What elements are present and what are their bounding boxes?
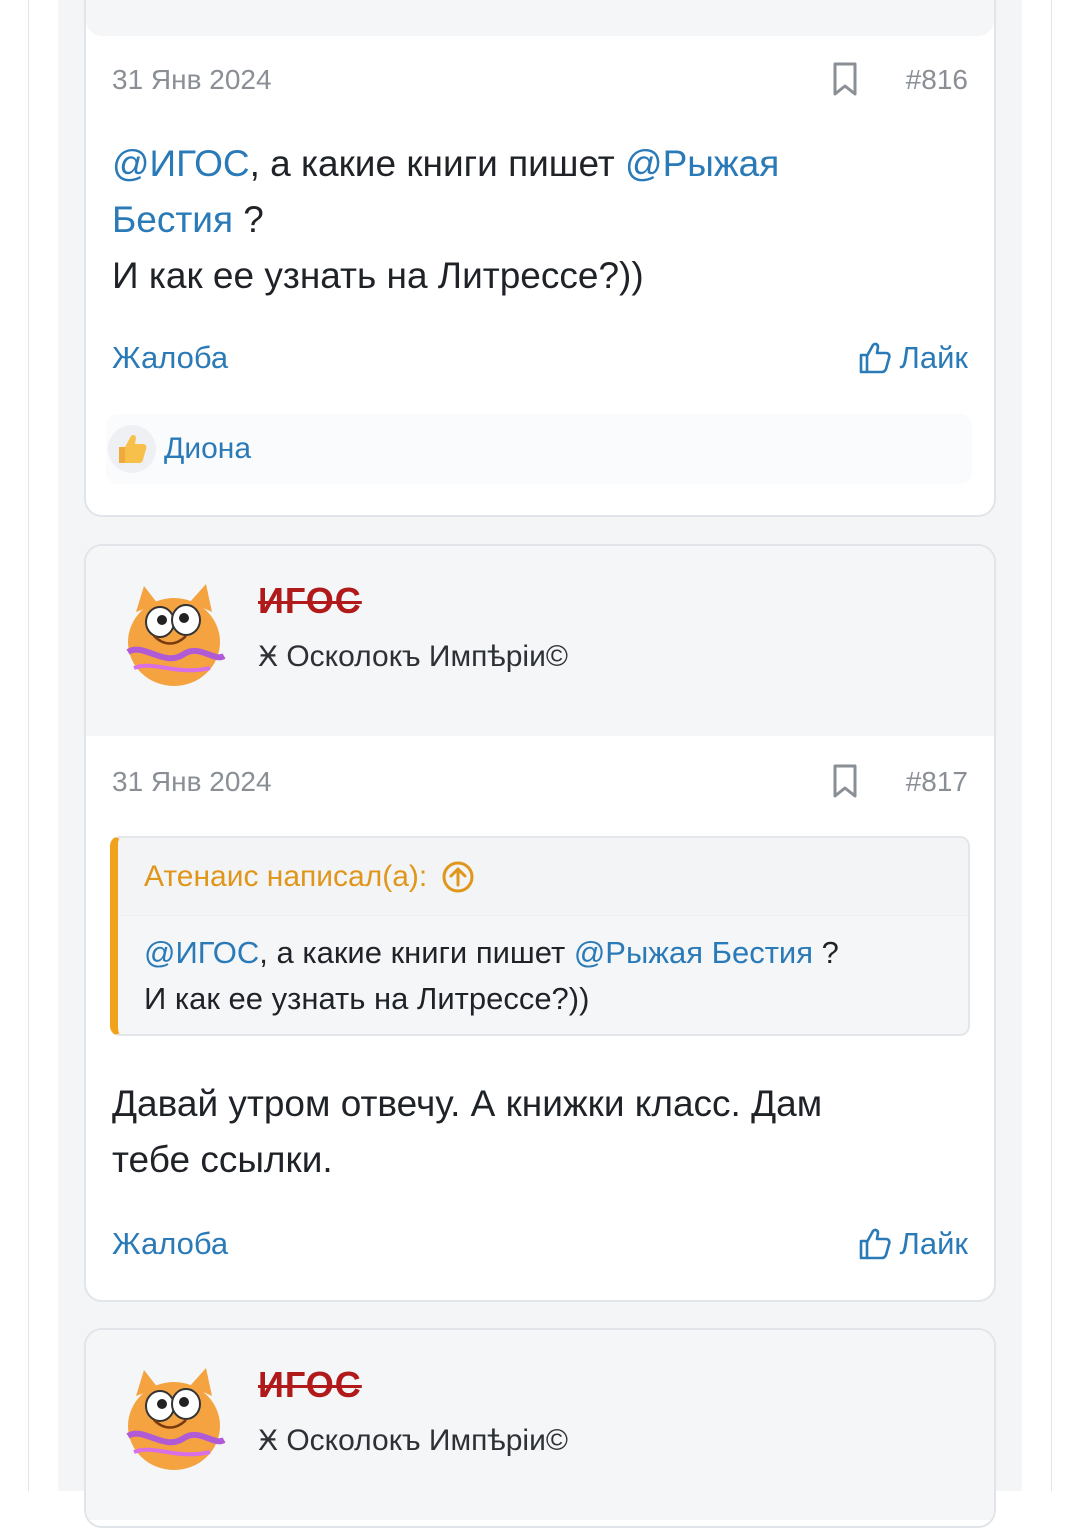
message-line-1: @ИГОС, а какие книги пишет @Рыжая [112, 136, 934, 192]
quote-body: @ИГОС, а какие книги пишет @Рыжая Бестия… [144, 930, 948, 1022]
post-message: @ИГОС, а какие книги пишет @Рыжая Бестия… [112, 136, 934, 304]
message-text: , а какие книги пишет [249, 143, 626, 184]
report-button[interactable]: Жалоба [112, 340, 228, 376]
author-block: ИГОС Ӿ Осколокъ Импѣріи© [86, 1330, 994, 1520]
message-text: ? [233, 199, 264, 240]
author-title: Ӿ Осколокъ Импѣріи© [258, 1424, 568, 1457]
quote-block: Атенаис написал(а): @ИГОС, а какие книги… [110, 836, 970, 1036]
post-card: ИГОС Ӿ Осколокъ Импѣріи© 31 Янв 2024 #81… [84, 544, 996, 1302]
message-line-2: тебе ссылки. [112, 1139, 333, 1180]
quote-line-1: @ИГОС, а какие книги пишет @Рыжая Бестия… [144, 930, 948, 976]
like-label: Лайк [899, 1226, 968, 1261]
arrow-up-circle-icon[interactable] [441, 860, 475, 894]
mention-link[interactable]: @Рыжая [625, 143, 779, 184]
quote-line-2: И как ее узнать на Литрессе?)) [144, 981, 590, 1016]
thumbs-up-icon [859, 1228, 891, 1260]
post-number[interactable]: #816 [906, 64, 968, 96]
post-card: 31 Янв 2024 #816 @ИГОС, а какие книги пи… [84, 0, 996, 517]
mention-link[interactable]: @ИГОС [112, 143, 250, 184]
liked-by-user[interactable]: Диона [164, 432, 251, 466]
author-name[interactable]: ИГОС [258, 580, 362, 622]
like-label: Лайк [899, 340, 968, 375]
post-card: ИГОС Ӿ Осколокъ Импѣріи© [84, 1328, 996, 1528]
post-meta: 31 Янв 2024 #817 [112, 764, 968, 804]
like-button[interactable]: Лайк [858, 1226, 968, 1262]
author-title: Ӿ Осколокъ Импѣріи© [258, 640, 568, 673]
message-line-2: Бестия ? [112, 192, 934, 248]
author-name[interactable]: ИГОС [258, 1364, 362, 1406]
mention-link[interactable]: @Рыжая Бестия [574, 935, 813, 970]
mention-link[interactable]: @ИГОС [144, 935, 259, 970]
like-button[interactable]: Лайк [858, 340, 968, 376]
post-date: 31 Янв 2024 [112, 64, 272, 95]
post-number[interactable]: #817 [906, 766, 968, 798]
likes-bar: Диона [106, 414, 972, 484]
quote-text: , а какие книги пишет [259, 935, 574, 970]
post-date: 31 Янв 2024 [112, 766, 272, 797]
message-line-3: И как ее узнать на Литрессе?)) [112, 255, 644, 296]
mention-link[interactable]: Бестия [112, 199, 233, 240]
thumbs-up-icon [859, 342, 891, 374]
avatar[interactable] [114, 1356, 234, 1478]
avatar[interactable] [114, 572, 234, 694]
quote-author: Атенаис написал(а): [144, 859, 428, 893]
report-button[interactable]: Жалоба [112, 1226, 228, 1262]
message-line-1: Давай утром отвечу. А книжки класс. Дам [112, 1083, 823, 1124]
previous-post-strip [86, 0, 994, 36]
post-actions: Жалоба Лайк [112, 340, 968, 384]
bookmark-icon[interactable] [832, 764, 858, 798]
bookmark-icon[interactable] [832, 62, 858, 96]
quote-text: ? [813, 935, 839, 970]
post-actions: Жалоба Лайк [112, 1226, 968, 1270]
post-message: Давай утром отвечу. А книжки класс. Дам … [112, 1076, 934, 1188]
author-block: ИГОС Ӿ Осколокъ Импѣріи© [86, 546, 994, 736]
thumbs-up-icon [108, 425, 156, 473]
post-meta: 31 Янв 2024 #816 [112, 62, 968, 102]
quote-header[interactable]: Атенаис написал(а): [118, 838, 968, 916]
